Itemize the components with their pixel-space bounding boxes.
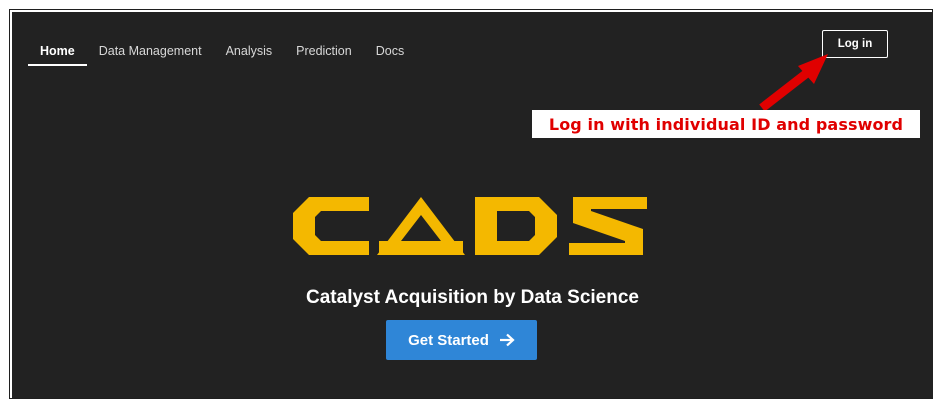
get-started-button[interactable]: Get Started — [386, 320, 537, 360]
get-started-label: Get Started — [408, 331, 489, 349]
top-nav: Home Data Management Analysis Prediction… — [28, 32, 428, 70]
nav-item-data-management[interactable]: Data Management — [99, 36, 202, 66]
login-button-label: Log in — [837, 38, 873, 50]
arrow-right-icon — [499, 333, 515, 347]
nav-item-analysis[interactable]: Analysis — [226, 36, 273, 66]
hero-tagline: Catalyst Acquisition by Data Science — [306, 287, 639, 308]
annotation-text: Log in with individual ID and password — [548, 114, 904, 134]
nav-item-label: Analysis — [225, 44, 273, 58]
nav-item-home[interactable]: Home — [28, 36, 87, 66]
annotation-callout: Log in with individual ID and password — [532, 110, 920, 138]
nav-item-docs[interactable]: Docs — [376, 36, 404, 66]
app-page: Home Data Management Analysis Prediction… — [12, 12, 933, 398]
nav-item-prediction[interactable]: Prediction — [296, 36, 352, 66]
nav-item-label: Home — [40, 44, 75, 58]
nav-item-label: Data Management — [98, 44, 202, 58]
nav-item-label: Docs — [375, 44, 405, 58]
cads-logo — [293, 197, 647, 255]
arrow-up-right-icon — [759, 54, 828, 112]
nav-item-label: Prediction — [296, 44, 352, 58]
